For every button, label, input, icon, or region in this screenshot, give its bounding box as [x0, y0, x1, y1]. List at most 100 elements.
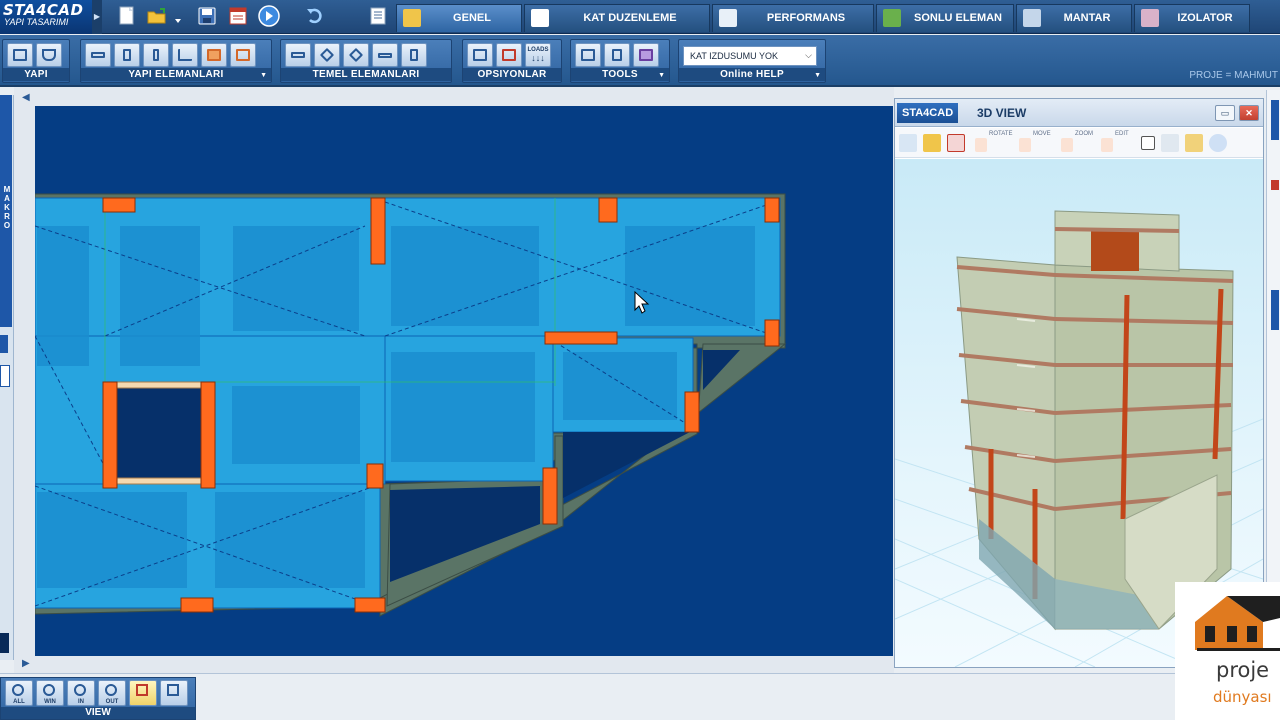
app-logo: STA4CAD YAPI TASARIMI — [0, 0, 92, 34]
open-folder-icon[interactable] — [146, 5, 168, 27]
tools-blocks-icon[interactable] — [575, 43, 601, 67]
group-yapi: YAPI — [2, 39, 70, 83]
arrows-down-icon: ↓↓↓ — [531, 53, 545, 63]
rotate-label: ROTATE — [989, 131, 1013, 137]
3d-view-titlebar: STA4CAD 3D VIEW ▭ ✕ — [895, 99, 1263, 127]
side-tab-marker[interactable] — [1271, 180, 1279, 190]
slab-grid-icon[interactable] — [230, 43, 256, 67]
menu-expand-icon[interactable]: ▶ — [92, 0, 102, 34]
checklist-icon[interactable] — [496, 43, 522, 67]
chevron-down-icon[interactable]: ▼ — [814, 72, 821, 79]
move-mouse-icon[interactable] — [1019, 138, 1031, 152]
project-name-label: PROJE = MAHMUT — [1189, 70, 1278, 81]
zoom-window-label: WIN — [44, 699, 56, 705]
zoom-in-button[interactable]: IN — [67, 680, 95, 706]
pan-icon — [167, 684, 179, 696]
options-chart-icon[interactable] — [467, 43, 493, 67]
raft-foundation-icon[interactable] — [314, 43, 340, 67]
chevron-down-icon: ⌵ — [805, 50, 812, 60]
home-icon — [403, 9, 421, 27]
structure-axis-icon[interactable] — [7, 43, 33, 67]
building-icon[interactable] — [604, 43, 630, 67]
move-label: MOVE — [1033, 131, 1051, 137]
structure-load-icon[interactable] — [36, 43, 62, 67]
magnifier-minus-icon — [105, 684, 117, 696]
wall-brick-icon[interactable] — [201, 43, 227, 67]
floor-plan-canvas[interactable] — [35, 106, 893, 656]
undo-icon[interactable] — [304, 5, 326, 27]
zoom-window-button[interactable]: WIN — [36, 680, 64, 706]
group-label: YAPI — [3, 68, 69, 81]
side-tab-marker[interactable] — [0, 633, 9, 653]
book-icon[interactable] — [633, 43, 659, 67]
zoom-out-button[interactable]: OUT — [98, 680, 126, 706]
zoom-all-label: ALL — [13, 699, 25, 705]
3d-view-toolbar: ROTATE MOVE ZOOM EDIT — [895, 128, 1263, 158]
loads-icon[interactable]: LOADS ↓↓↓ — [525, 43, 551, 67]
checkbox-icon[interactable] — [1141, 136, 1155, 150]
strip-footing-icon[interactable] — [343, 43, 369, 67]
tab-mantar[interactable]: MANTAR — [1016, 4, 1132, 32]
paint-brush-icon[interactable] — [1185, 134, 1203, 152]
performance-chart-icon — [719, 9, 737, 27]
tab-label: IZOLATOR — [1177, 12, 1233, 24]
app-subtitle: YAPI TASARIMI — [4, 17, 69, 27]
new-file-icon[interactable] — [116, 5, 138, 27]
group-temel-elemanlari: TEMEL ELEMANLARI — [280, 39, 452, 83]
side-tab-marker[interactable] — [0, 365, 10, 387]
zoom-search-icon[interactable] — [1209, 134, 1227, 152]
top-tab-bar: STA4CAD YAPI TASARIMI ▶ GENEL KAT DUZENL… — [0, 0, 1280, 34]
report-icon[interactable] — [227, 5, 249, 27]
magnifier-plus-icon — [74, 684, 86, 696]
stair-icon[interactable] — [172, 43, 198, 67]
side-tab-marker[interactable] — [1271, 100, 1279, 140]
proje-dunyasi-watermark: proje dünyası — [1175, 582, 1280, 720]
tab-kat-duzenleme[interactable]: KAT DUZENLEME — [524, 4, 710, 32]
chevron-down-icon[interactable]: ▼ — [658, 72, 665, 79]
axis-icon[interactable] — [899, 134, 917, 152]
group-label: OPSIYONLAR — [463, 68, 561, 81]
settings-list-icon[interactable] — [367, 5, 389, 27]
tab-genel[interactable]: GENEL — [396, 4, 522, 32]
sta4cad-window: STA4CAD YAPI TASARIMI ▶ GENEL KAT DUZENL… — [0, 0, 1280, 720]
zoom-mouse-icon[interactable] — [1061, 138, 1073, 152]
beam-icon[interactable] — [85, 43, 111, 67]
pile-icon[interactable] — [401, 43, 427, 67]
left-side-panel: MAKRO — [0, 95, 14, 660]
open-dropdown-icon[interactable] — [172, 5, 184, 27]
run-analysis-icon[interactable] — [256, 5, 282, 27]
tab-sonlu-eleman[interactable]: SONLU ELEMAN — [876, 4, 1014, 32]
home-icon[interactable] — [923, 134, 941, 152]
select-value: KAT IZDUSUMU YOK — [690, 51, 779, 61]
maximize-icon[interactable]: ▭ — [1215, 105, 1235, 121]
isolator-icon — [1141, 9, 1159, 27]
scroll-left-icon[interactable]: ◀ — [22, 92, 30, 103]
footing-icon[interactable] — [285, 43, 311, 67]
magnifier-icon — [43, 684, 55, 696]
pan-button[interactable] — [160, 680, 188, 706]
watermark-line2: dünyası — [1213, 688, 1272, 706]
layers-icon[interactable] — [1161, 134, 1179, 152]
group-label: YAPI ELEMANLARI — [81, 68, 271, 81]
tab-izolator[interactable]: IZOLATOR — [1134, 4, 1250, 32]
zoom-all-button[interactable]: ALL — [5, 680, 33, 706]
tab-performans[interactable]: PERFORMANS — [712, 4, 874, 32]
edit-mouse-icon[interactable] — [1101, 138, 1113, 152]
zoom-in-label: IN — [78, 699, 84, 705]
rotate-mouse-icon[interactable] — [975, 138, 987, 152]
chevron-down-icon[interactable]: ▼ — [260, 72, 267, 79]
shear-wall-icon[interactable] — [143, 43, 169, 67]
help-icon[interactable] — [947, 134, 965, 152]
column-icon[interactable] — [114, 43, 140, 67]
tie-beam-icon[interactable] — [372, 43, 398, 67]
snap-grid-button[interactable] — [129, 680, 157, 706]
save-icon[interactable] — [196, 5, 218, 27]
scroll-right-icon[interactable]: ▶ — [22, 658, 30, 669]
side-tab-marker[interactable] — [1271, 290, 1279, 330]
tab-label: KAT DUZENLEME — [583, 12, 677, 24]
tab-label: SONLU ELEMAN — [914, 12, 1002, 24]
3d-view-title: 3D VIEW — [977, 106, 1027, 120]
floor-projection-select[interactable]: KAT IZDUSUMU YOK ⌵ — [683, 46, 817, 66]
close-icon[interactable]: ✕ — [1239, 105, 1259, 121]
side-tab-marker[interactable] — [0, 335, 8, 353]
